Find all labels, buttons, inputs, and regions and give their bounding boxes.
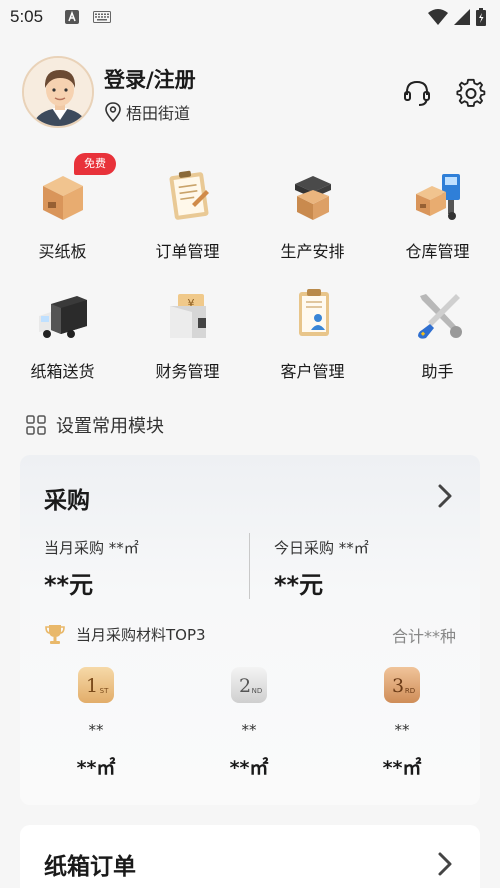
battery-icon (476, 8, 486, 26)
module-label: 客户管理 (280, 362, 345, 381)
module-label: 纸箱送货 (30, 362, 95, 381)
svg-text:RD: RD (405, 687, 415, 695)
module-finance-management[interactable]: ¥ 财务管理 (125, 280, 250, 390)
notification-a-icon (65, 10, 80, 24)
grid-apps-icon (26, 415, 46, 435)
chevron-right-icon[interactable] (436, 483, 454, 509)
svg-text:ST: ST (100, 687, 109, 695)
module-box-delivery[interactable]: 纸箱送货 (0, 280, 125, 390)
module-customer-management[interactable]: 客户管理 (250, 280, 375, 390)
customer-service-icon[interactable] (402, 78, 432, 108)
tools-wrench-icon (418, 294, 462, 339)
signal-icon (454, 9, 470, 25)
rank-second-icon: 2 ND (231, 667, 267, 703)
chevron-right-icon[interactable] (436, 851, 454, 877)
location-pin-icon (105, 102, 121, 122)
module-label: 财务管理 (155, 362, 220, 381)
user-header: 登录/注册 梧田街道 (22, 56, 486, 130)
svg-text:1: 1 (86, 675, 98, 697)
avatar[interactable] (22, 56, 94, 128)
month-purchase-label: 当月采购 **㎡ (44, 539, 139, 557)
rank-material-name: ** (88, 721, 104, 739)
rank-material-name: ** (241, 721, 257, 739)
warehouse-forklift-icon (416, 174, 460, 220)
module-label: 生产安排 (280, 242, 345, 261)
keyboard-icon (93, 11, 112, 23)
module-label: 买纸板 (38, 242, 87, 261)
stats-divider (249, 533, 250, 599)
top3-label: 当月采购材料TOP3 (76, 625, 206, 644)
module-production-schedule[interactable]: 生产安排 (250, 160, 375, 270)
location-text: 梧田街道 (126, 104, 191, 123)
purchase-card[interactable]: 采购 当月采购 **㎡ **元 今日采购 **㎡ **元 当月采购材料TOP3 … (20, 455, 480, 805)
box-order-title: 纸箱订单 (44, 854, 136, 880)
rank-material-area: **㎡ (382, 757, 422, 779)
module-order-management[interactable]: 订单管理 (125, 160, 250, 270)
month-purchase-value: **元 (44, 571, 94, 599)
module-buy-cardboard[interactable]: 买纸板 (0, 160, 125, 270)
trophy-icon (45, 625, 65, 644)
delivery-truck-icon (39, 296, 87, 338)
top3-header: 当月采购材料TOP3 (44, 623, 206, 645)
settings-gear-icon[interactable] (456, 78, 486, 108)
status-time: 5:05 (10, 7, 44, 26)
production-box-icon (295, 176, 331, 220)
order-clipboard-icon (169, 170, 209, 220)
module-label: 仓库管理 (405, 242, 470, 261)
today-purchase-label: 今日采购 **㎡ (274, 539, 369, 557)
svg-text:ND: ND (252, 687, 263, 695)
rank-third-icon: 3 RD (384, 667, 420, 703)
set-common-modules-label: 设置常用模块 (56, 416, 164, 437)
location[interactable]: 梧田街道 (104, 100, 190, 124)
status-bar: 5:05 (0, 0, 500, 34)
rank-item-3: 3 RD ** **㎡ (342, 667, 462, 780)
rank-material-name: ** (394, 721, 410, 739)
total-count: 合计**种 (391, 627, 456, 646)
purchase-title: 采购 (44, 488, 90, 514)
svg-text:2: 2 (239, 675, 251, 697)
box-order-card[interactable]: 纸箱订单 (20, 825, 480, 888)
rank-first-icon: 1 ST (78, 667, 114, 703)
login-register-link[interactable]: 登录/注册 (104, 64, 196, 94)
free-badge: 免费 (74, 153, 116, 175)
module-label: 订单管理 (155, 242, 220, 261)
svg-text:3: 3 (392, 675, 404, 697)
finance-wallet-icon: ¥ (170, 294, 206, 338)
rank-material-area: **㎡ (76, 757, 116, 779)
customer-document-icon (299, 289, 329, 336)
today-purchase-value: **元 (274, 571, 324, 599)
rank-material-area: **㎡ (229, 757, 269, 779)
rank-item-1: 1 ST ** **㎡ (36, 667, 156, 780)
module-assistant[interactable]: 助手 (375, 280, 500, 390)
set-common-modules[interactable]: 设置常用模块 (26, 412, 164, 438)
module-label: 助手 (421, 362, 454, 381)
wifi-icon (428, 9, 448, 25)
rank-item-2: 2 ND ** **㎡ (189, 667, 309, 780)
module-warehouse-management[interactable]: 仓库管理 (375, 160, 500, 270)
